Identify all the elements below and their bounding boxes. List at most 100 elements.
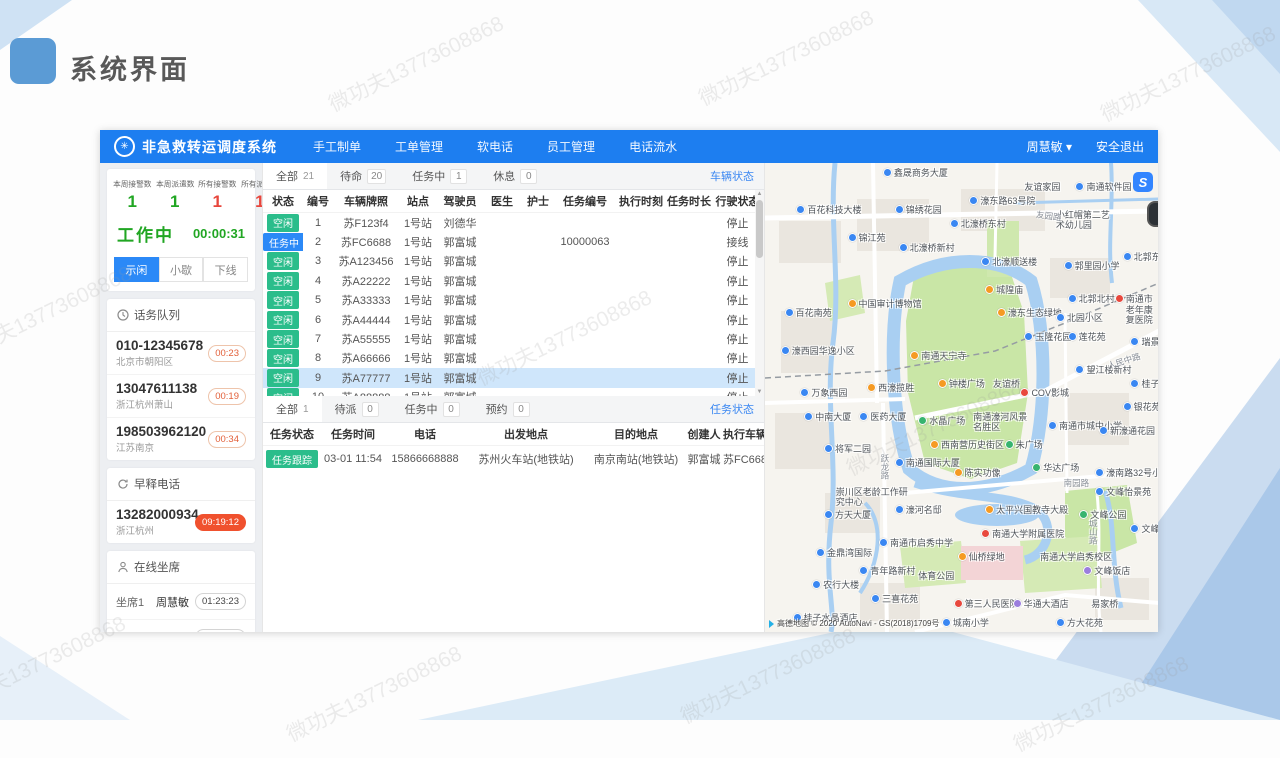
- tab-休息[interactable]: 休息0: [480, 163, 550, 189]
- status-badge: 空闲: [267, 311, 299, 329]
- tab-任务中[interactable]: 任务中0: [392, 396, 473, 422]
- tab-label: 全部: [276, 168, 298, 184]
- status-button-下线[interactable]: 下线: [203, 257, 248, 282]
- map-base-layer: [765, 163, 1158, 632]
- decor-triangle-bottom-left: [0, 636, 130, 720]
- status-button-示闲[interactable]: 示闲: [114, 257, 159, 282]
- user-dropdown[interactable]: 周慧敏 ▾: [1027, 138, 1072, 155]
- cell-plate: 苏A55555: [333, 331, 399, 347]
- sidebar: 本周接警数1本周派遣数1所有接警数1所有派遣数1 工作中 00:00:31 示闲…: [100, 163, 262, 632]
- table-row[interactable]: 任务中2苏FC66881号站郭富城10000063接线: [263, 232, 764, 251]
- cell-station: 1号站: [399, 312, 437, 328]
- person-icon: [117, 561, 129, 573]
- call-list-item[interactable]: 13047611138浙江杭州萧山00:19: [107, 375, 255, 418]
- cell-plate: 苏F123f4: [333, 215, 399, 231]
- task-section: 全部1待派0任务中0预约0任务状态 任务状态任务时间电话出发地点目的地点创建人执…: [263, 396, 764, 632]
- call-region: 浙江杭州: [116, 523, 195, 537]
- cell-plate: 苏A88888: [333, 389, 399, 396]
- tab-label: 全部: [276, 401, 298, 417]
- amap-logo-icon: [769, 620, 774, 628]
- column-header: 任务时长: [667, 193, 711, 209]
- tab-待派[interactable]: 待派0: [322, 396, 392, 422]
- table-row[interactable]: 空闲1苏F123f41号站刘德华停止: [263, 213, 764, 232]
- status-button-小歇[interactable]: 小歇: [159, 257, 204, 282]
- cell-station: 1号站: [399, 350, 437, 366]
- watermark-text: 微功夫13773608868: [323, 8, 508, 119]
- cell-status: 空闲: [263, 214, 303, 232]
- cell-driver: 郭富城: [437, 331, 483, 347]
- cell-station: 1号站: [399, 253, 437, 269]
- table-row[interactable]: 空闲7苏A555551号站郭富城停止: [263, 329, 764, 348]
- column-header: 站点: [399, 193, 437, 209]
- stat-label: 所有派遣数: [241, 179, 262, 190]
- table-row[interactable]: 空闲6苏A444441号站郭富城停止: [263, 310, 764, 329]
- tab-待命[interactable]: 待命 20: [327, 163, 399, 189]
- column-header: 车辆牌照: [333, 193, 399, 209]
- scrollbar-thumb[interactable]: [756, 200, 763, 258]
- tab-count: 0: [362, 402, 379, 417]
- nav-item-4[interactable]: 电话流水: [629, 138, 677, 155]
- cell-plate: 苏FC6688: [333, 234, 399, 250]
- cell-to: 南京南站(地铁站): [587, 451, 685, 467]
- call-list-item[interactable]: 010-12345678北京市朝阳区00:23: [107, 332, 255, 375]
- status-badge: 空闲: [267, 330, 299, 348]
- tab-label: 待命: [340, 168, 362, 184]
- table-row[interactable]: 空闲3苏A1234561号站郭富城停止: [263, 252, 764, 271]
- nav-item-0[interactable]: 手工制单: [313, 138, 361, 155]
- online-agents-card: 在线坐席 坐席1周慧敏01:23:23坐席2舒信芳02:12:32: [107, 551, 255, 632]
- refresh-icon: [117, 478, 129, 490]
- cell-no: 4: [303, 275, 333, 287]
- tab-预约[interactable]: 预约0: [473, 396, 543, 422]
- tab-全部[interactable]: 全部1: [263, 396, 322, 422]
- cell-driver: 郭富城: [437, 292, 483, 308]
- app-title: 非急救转运调度系统: [142, 137, 277, 157]
- map-attribution: 高德地图 © 2020 AutoNavi - GS(2018)1709号: [769, 618, 939, 629]
- cell-no: 8: [303, 352, 333, 364]
- stat-item: 所有接警数1: [196, 178, 239, 212]
- cell-driver: 郭富城: [437, 253, 483, 269]
- column-header: 执行时刻: [615, 193, 667, 209]
- work-timer: 00:00:31: [193, 226, 245, 241]
- call-list-item[interactable]: 13282000934浙江杭州09:19:12: [107, 501, 255, 543]
- call-list-item[interactable]: 198503962120江苏南京00:34: [107, 418, 255, 460]
- tab-count: 1: [450, 169, 467, 184]
- vehicle-table-scrollbar[interactable]: ▲ ▼: [755, 190, 764, 396]
- table-row[interactable]: 空闲5苏A333331号站郭富城停止: [263, 291, 764, 310]
- cell-creator: 郭富城: [685, 451, 723, 467]
- status-badge: 空闲: [267, 272, 299, 290]
- status-badge: 空闲: [267, 369, 299, 387]
- tab-任务中[interactable]: 任务中1: [399, 163, 480, 189]
- map-canvas[interactable]: 鑫晟商务大厦南通软件园友谊家园百花科技大楼锦绣花园濠东路63号院小红帽第二艺术幼…: [765, 163, 1158, 632]
- logout-button[interactable]: 安全退出: [1096, 138, 1144, 155]
- table-row[interactable]: 空闲8苏A666661号站郭富城停止: [263, 349, 764, 368]
- call-info: 010-12345678北京市朝阳区: [116, 338, 208, 368]
- cell-status: 空闲: [263, 291, 303, 309]
- scroll-down-icon[interactable]: ▼: [755, 389, 764, 395]
- column-header: 执行车辆: [723, 426, 764, 442]
- app-navbar: ✳ 非急救转运调度系统 手工制单工单管理软电话员工管理电话流水 周慧敏 ▾ 安全…: [100, 130, 1158, 163]
- task-status-link[interactable]: 任务状态: [710, 396, 764, 422]
- watermark-text: 微功夫13773608868: [281, 638, 466, 749]
- column-header: 任务状态: [263, 426, 321, 442]
- table-row[interactable]: 任务跟踪03-01 11:5415866668888苏州火车站(地铁站)南京南站…: [263, 446, 764, 472]
- cell-plate: 苏A22222: [333, 273, 399, 289]
- call-duration-badge: 00:34: [208, 431, 246, 448]
- agent-row: 坐席2舒信芳02:12:32: [107, 620, 255, 632]
- column-header: 出发地点: [465, 426, 587, 442]
- scroll-up-icon[interactable]: ▲: [755, 191, 764, 197]
- table-row[interactable]: 空闲4苏A222221号站郭富城停止: [263, 271, 764, 290]
- tab-label: 任务中: [405, 401, 438, 417]
- table-row[interactable]: 空闲10苏A888881号站郭富城停止: [263, 388, 764, 396]
- cell-no: 5: [303, 294, 333, 306]
- nav-item-1[interactable]: 工单管理: [395, 138, 443, 155]
- cell-plate: 苏A33333: [333, 292, 399, 308]
- call-number: 010-12345678: [116, 338, 208, 353]
- nav-item-3[interactable]: 员工管理: [547, 138, 595, 155]
- table-row[interactable]: 空闲9苏A777771号站郭富城停止: [263, 368, 764, 387]
- tab-全部[interactable]: 全部21: [263, 163, 327, 189]
- cell-phone: 15866668888: [385, 453, 465, 465]
- call-region: 浙江杭州萧山: [116, 397, 208, 411]
- vehicle-status-link[interactable]: 车辆状态: [710, 163, 764, 189]
- tab-count: 20: [367, 169, 386, 184]
- nav-item-2[interactable]: 软电话: [477, 138, 513, 155]
